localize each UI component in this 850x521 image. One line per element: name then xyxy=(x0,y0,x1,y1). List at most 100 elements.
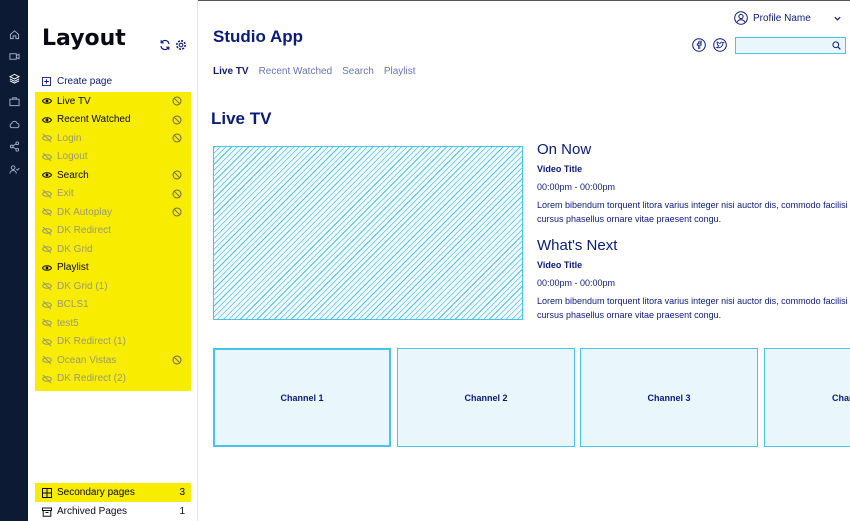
layout-panel: Layout Create page Live TV Recent Watche… xyxy=(28,0,198,521)
search-input[interactable] xyxy=(735,37,846,54)
page-item-live-tv[interactable]: Live TV xyxy=(42,93,182,109)
eye-off-icon[interactable] xyxy=(42,318,52,328)
archived-pages-count: 1 xyxy=(179,506,185,517)
on-now-video-title: Video Title xyxy=(537,164,583,174)
page-item-label: DK Redirect (2) xyxy=(57,373,126,384)
profile-name: Profile Name xyxy=(753,12,811,24)
panel-actions xyxy=(159,39,187,51)
section-title: Live TV xyxy=(211,109,272,128)
on-now-description: Lorem bibendum torquent litora varius in… xyxy=(537,200,848,224)
eye-off-icon[interactable] xyxy=(42,355,52,365)
block-icon[interactable] xyxy=(172,170,182,180)
tab-playlist[interactable]: Playlist xyxy=(384,66,416,77)
channel-label: Channel 1 xyxy=(280,392,324,403)
twitter-icon[interactable] xyxy=(713,38,727,52)
page-item-search[interactable]: Search xyxy=(42,167,182,183)
eye-off-icon[interactable] xyxy=(42,337,52,347)
cloud-icon[interactable] xyxy=(6,116,22,132)
eye-icon[interactable] xyxy=(42,170,52,180)
page-item-dk-redirect-1[interactable]: DK Redirect (1) xyxy=(42,334,182,350)
user-check-icon[interactable] xyxy=(6,161,22,177)
archived-pages-label: Archived Pages xyxy=(57,506,128,517)
home-icon[interactable] xyxy=(6,26,22,42)
page-item-label: BCLS1 xyxy=(57,299,89,310)
eye-icon[interactable] xyxy=(42,263,52,273)
page-item-label: Playlist xyxy=(57,262,89,273)
page-item-exit[interactable]: Exit xyxy=(42,186,182,202)
profile-menu[interactable]: Profile Name xyxy=(734,11,842,25)
eye-off-icon[interactable] xyxy=(42,244,52,254)
page-list: Live TV Recent Watched Login Logout Sear… xyxy=(35,92,191,391)
eye-icon[interactable] xyxy=(42,96,52,106)
tab-search[interactable]: Search xyxy=(342,66,374,77)
refresh-icon[interactable] xyxy=(159,39,171,51)
block-icon[interactable] xyxy=(172,189,182,199)
channel-card-4[interactable]: Channel 4 xyxy=(764,348,850,447)
secondary-pages-item[interactable]: Secondary pages 3 xyxy=(35,483,191,502)
create-page-label: Create page xyxy=(57,76,113,87)
eye-off-icon[interactable] xyxy=(42,133,52,143)
channel-card-1[interactable]: Channel 1 xyxy=(213,348,391,447)
facebook-icon[interactable] xyxy=(692,38,706,52)
eye-off-icon[interactable] xyxy=(42,152,52,162)
eye-off-icon[interactable] xyxy=(42,281,52,291)
page-item-label: Login xyxy=(57,132,82,144)
secondary-pages-label: Secondary pages xyxy=(57,487,135,498)
archived-pages-item[interactable]: Archived Pages 1 xyxy=(35,502,191,521)
tab-live-tv[interactable]: Live TV xyxy=(213,66,249,77)
whats-next-block: What's Next Video Title 00:00pm - 00:00p… xyxy=(537,237,849,322)
eye-off-icon[interactable] xyxy=(42,374,52,384)
block-icon[interactable] xyxy=(172,115,182,125)
page-item-bcls1[interactable]: BCLS1 xyxy=(42,297,182,313)
eye-icon[interactable] xyxy=(42,115,52,125)
share-icon[interactable] xyxy=(6,138,22,154)
on-now-heading: On Now xyxy=(537,141,592,158)
page-item-label: Recent Watched xyxy=(57,114,131,125)
page-item-label: Logout xyxy=(57,151,88,162)
eye-off-icon[interactable] xyxy=(42,207,52,217)
page-item-dk-redirect[interactable]: DK Redirect xyxy=(42,223,182,239)
video-player[interactable] xyxy=(213,146,523,320)
page-item-label: Ocean Vistas xyxy=(57,354,117,366)
page-item-recent-watched[interactable]: Recent Watched xyxy=(42,112,182,128)
chevron-down-icon xyxy=(834,16,841,21)
archive-icon xyxy=(42,507,52,517)
on-now-time: 00:00pm - 00:00pm xyxy=(537,182,616,192)
channel-card-2[interactable]: Channel 2 xyxy=(397,348,575,447)
page-item-dk-redirect-2[interactable]: DK Redirect (2) xyxy=(42,371,182,387)
page-item-label: Live TV xyxy=(57,95,91,107)
page-item-label: DK Grid xyxy=(57,243,93,255)
layers-icon[interactable] xyxy=(6,70,22,86)
create-page-button[interactable]: Create page xyxy=(42,76,112,87)
search-icon[interactable] xyxy=(832,41,841,50)
page-item-logout[interactable]: Logout xyxy=(42,149,182,165)
page-item-login[interactable]: Login xyxy=(42,130,182,146)
page-item-label: Search xyxy=(57,169,89,181)
eye-off-icon[interactable] xyxy=(42,189,52,199)
eye-off-icon[interactable] xyxy=(42,300,52,310)
gear-icon[interactable] xyxy=(175,39,187,51)
block-icon[interactable] xyxy=(172,133,182,143)
video-icon[interactable] xyxy=(6,48,22,64)
block-icon[interactable] xyxy=(172,96,182,106)
page-item-playlist[interactable]: Playlist xyxy=(42,260,182,276)
page-item-dk-grid[interactable]: DK Grid xyxy=(42,241,182,257)
briefcase-icon[interactable] xyxy=(6,93,22,109)
whats-next-heading: What's Next xyxy=(537,237,618,254)
eye-off-icon[interactable] xyxy=(42,226,52,236)
page-item-dk-grid-1[interactable]: DK Grid (1) xyxy=(42,278,182,294)
page-item-label: DK Redirect xyxy=(57,225,111,236)
on-now-block: On Now Video Title 00:00pm - 00:00pm Lor… xyxy=(537,141,849,226)
page-item-ocean-vistas[interactable]: Ocean Vistas xyxy=(42,352,182,368)
page-item-test5[interactable]: test5 xyxy=(42,315,182,331)
block-icon[interactable] xyxy=(172,355,182,365)
icon-rail xyxy=(0,0,28,521)
block-icon[interactable] xyxy=(172,207,182,217)
page-item-label: Exit xyxy=(57,188,74,199)
channel-label: Channel 4 xyxy=(832,392,850,403)
tab-recent-watched[interactable]: Recent Watched xyxy=(259,66,333,77)
page-item-label: DK Grid (1) xyxy=(57,280,108,292)
page-item-dk-autoplay[interactable]: DK Autoplay xyxy=(42,204,182,220)
whats-next-description: Lorem bibendum torquent litora varius in… xyxy=(537,296,848,320)
channel-card-3[interactable]: Channel 3 xyxy=(580,348,758,447)
